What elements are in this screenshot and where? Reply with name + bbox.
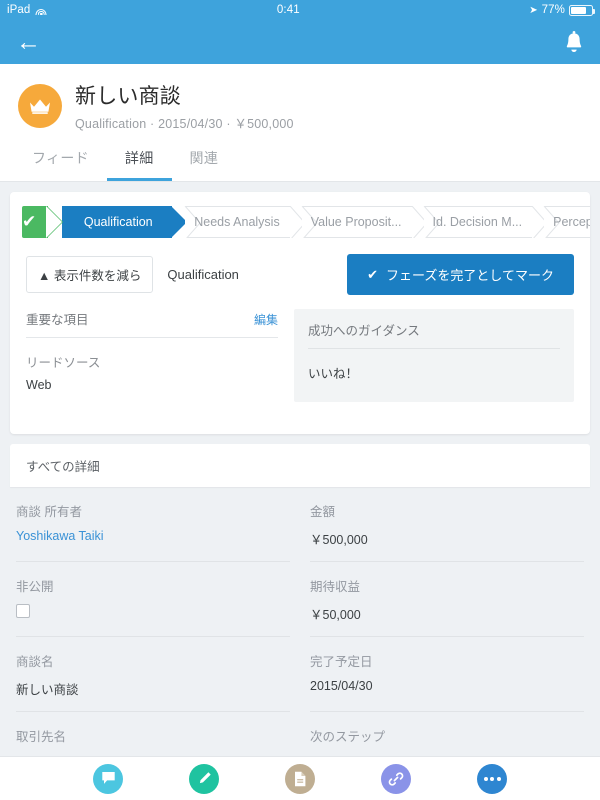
detail-field-private: 非公開 — [16, 562, 290, 637]
battery-icon — [569, 4, 595, 16]
key-fields-row: 重要な項目 編集 リードソース Web 成功へのガイダンス いいね！ — [10, 295, 590, 418]
guidance-body: いいね！ — [308, 367, 359, 381]
detail-label: 商談名 — [16, 655, 54, 669]
battery-percent-label: 77% — [541, 4, 565, 16]
edit-key-fields-link[interactable]: 編集 — [254, 311, 278, 328]
key-fields-title: 重要な項目 — [26, 313, 89, 327]
caret-up-icon: ▲ — [38, 269, 51, 283]
detail-label: 取引先名 — [16, 730, 67, 744]
current-stage-label: Qualification — [167, 267, 239, 282]
path-stage-label: Value Proposit... — [310, 215, 402, 229]
detail-label: 金額 — [310, 505, 336, 519]
record-header-main: 新しい商談 Qualification · 2015/04/30 · ￥500,… — [0, 74, 600, 140]
path-stage-label: Id. Decision M... — [432, 215, 523, 229]
path-stage-value-proposition[interactable]: Value Proposit... — [301, 206, 428, 238]
record-header-text: 新しい商談 Qualification · 2015/04/30 · ￥500,… — [75, 80, 294, 132]
file-icon — [293, 771, 307, 787]
path-stage-completed[interactable]: ✔ — [22, 206, 64, 238]
record-subtitle: Qualification · 2015/04/30 · ￥500,000 — [75, 117, 294, 131]
status-bar: iPad 0:41 ➤ 77% — [0, 0, 600, 20]
avatar — [18, 84, 62, 128]
mark-stage-complete-label: フェーズを完了としてマーク — [386, 268, 554, 283]
wifi-icon — [35, 5, 47, 15]
collapse-path-button[interactable]: ▲ 表示件数を減ら — [26, 256, 154, 293]
device-label: iPad — [7, 4, 31, 16]
detail-row: 非公開 期待収益 ￥50,000 — [10, 562, 590, 637]
path-stage-needs-analysis[interactable]: Needs Analysis — [184, 206, 306, 238]
detail-row: 商談名 新しい商談 完了予定日 2015/04/30 — [10, 637, 590, 712]
file-action-button[interactable] — [285, 763, 315, 794]
crown-icon — [28, 97, 52, 115]
more-action-button[interactable] — [477, 763, 507, 794]
detail-label: 期待収益 — [310, 580, 361, 594]
check-icon: ✔ — [22, 212, 37, 231]
link-icon — [388, 771, 404, 787]
path-stage-label: Perception An... — [553, 215, 590, 229]
private-checkbox[interactable] — [16, 604, 30, 618]
action-bar — [0, 756, 600, 800]
key-field-value: Web — [26, 378, 52, 392]
record-header: 新しい商談 Qualification · 2015/04/30 · ￥500,… — [0, 64, 600, 182]
path-stage-label: Needs Analysis — [194, 215, 280, 229]
back-arrow-icon: ← — [16, 27, 41, 56]
collapse-path-label: 表示件数を減ら — [53, 269, 142, 283]
status-bar-right: ➤ 77% — [529, 4, 595, 16]
page-title: 新しい商談 — [75, 85, 181, 108]
notifications-button[interactable] — [564, 31, 584, 53]
nav-bar: ← — [0, 20, 600, 64]
link-action-button[interactable] — [381, 763, 411, 794]
sales-path-card: ✔ Qualification Needs Analysis Value Pro… — [10, 192, 590, 434]
key-fields-panel: 重要な項目 編集 リードソース Web — [26, 309, 278, 402]
detail-label: 非公開 — [16, 580, 54, 594]
more-icon — [483, 776, 501, 781]
tab-feed[interactable]: フィード — [14, 140, 107, 181]
pencil-icon — [197, 771, 212, 786]
detail-value[interactable]: Yoshikawa Taiki — [16, 529, 290, 543]
check-icon: ✔ — [367, 266, 379, 282]
all-details-header[interactable]: すべての詳細 — [10, 444, 590, 487]
detail-field-owner: 商談 所有者 Yoshikawa Taiki — [16, 487, 290, 562]
tab-bar: フィード 詳細 関連 — [0, 140, 600, 181]
detail-field-opportunity-name: 商談名 新しい商談 — [16, 637, 290, 712]
path-stage-qualification[interactable]: Qualification — [46, 206, 188, 238]
detail-field-amount: 金額 ￥500,000 — [310, 487, 584, 562]
status-bar-left: iPad — [7, 4, 47, 16]
detail-label: 商談 所有者 — [16, 505, 82, 519]
path-controls: ▲ 表示件数を減ら Qualification ✔ フェーズを完了としてマーク — [10, 238, 590, 295]
detail-label: 次のステップ — [310, 730, 386, 744]
detail-value: ￥50,000 — [310, 608, 361, 622]
detail-label: 完了予定日 — [310, 655, 373, 669]
header-divider — [0, 181, 600, 182]
detail-field-close-date: 完了予定日 2015/04/30 — [310, 637, 584, 712]
all-details-body: 商談 所有者 Yoshikawa Taiki 金額 ￥500,000 非公開 期… — [0, 487, 600, 800]
tab-related[interactable]: 関連 — [172, 140, 237, 181]
mark-stage-complete-button[interactable]: ✔ フェーズを完了としてマーク — [347, 254, 574, 295]
detail-value: ￥500,000 — [310, 533, 368, 547]
chat-action-button[interactable] — [93, 763, 123, 794]
detail-row: 商談 所有者 Yoshikawa Taiki 金額 ￥500,000 — [10, 487, 590, 562]
path-stage-perception-analysis[interactable]: Perception An... — [543, 206, 590, 238]
path-stage-id-decision-makers[interactable]: Id. Decision M... — [423, 206, 548, 238]
ipad-screen: iPad 0:41 ➤ 77% ← 新しい商談 Qualification · … — [0, 0, 600, 800]
key-fields-header: 重要な項目 編集 — [26, 309, 278, 338]
detail-value: 新しい商談 — [16, 683, 79, 697]
detail-field-expected-revenue: 期待収益 ￥50,000 — [310, 562, 584, 637]
status-bar-clock: 0:41 — [276, 4, 300, 16]
key-field-label: リードソース — [26, 356, 101, 370]
edit-action-button[interactable] — [189, 763, 219, 794]
back-button[interactable]: ← — [16, 27, 41, 56]
chat-icon — [101, 771, 116, 786]
tab-details[interactable]: 詳細 — [106, 140, 172, 181]
detail-value: 2015/04/30 — [310, 679, 373, 693]
sales-path: ✔ Qualification Needs Analysis Value Pro… — [10, 206, 590, 238]
guidance-panel: 成功へのガイダンス いいね！ — [294, 309, 574, 402]
path-stage-label: Qualification — [83, 215, 153, 229]
bell-icon — [564, 31, 584, 53]
guidance-title: 成功へのガイダンス — [308, 309, 560, 349]
location-arrow-icon: ➤ — [529, 4, 538, 16]
